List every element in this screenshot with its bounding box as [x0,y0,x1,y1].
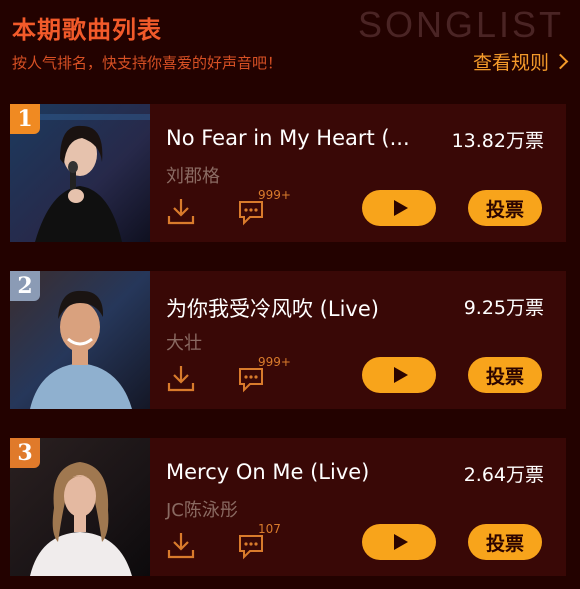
comment-count: 999+ [258,188,291,202]
comment-icon[interactable] [236,365,266,393]
song-card: 1 No Fear in My Heart (... 13.82万票 刘郡格 9… [10,104,566,242]
play-button[interactable] [362,190,436,226]
header-subtitle: 按人气排名，快支持你喜爱的好声音吧！ [12,54,283,72]
vote-button[interactable]: 投票 [468,190,542,226]
rank-badge: 3 [10,438,40,468]
download-icon[interactable] [166,363,196,393]
vote-count: 13.82万票 [451,130,544,152]
play-button[interactable] [362,357,436,393]
download-icon[interactable] [166,196,196,226]
song-title[interactable]: No Fear in My Heart (... [166,126,426,150]
singer-photo[interactable]: 1 [10,104,150,242]
chevron-right-icon [552,53,569,70]
singer-photo[interactable]: 3 [10,438,150,576]
song-card: 2 为你我受冷风吹 (Live) 9.25万票 大壮 999+ 投票 [10,271,566,409]
play-button[interactable] [362,524,436,560]
rank-badge: 2 [10,271,40,301]
artist-name: 刘郡格 [166,166,220,187]
vote-button[interactable]: 投票 [468,357,542,393]
view-rules-label: 查看规则 [472,52,549,74]
comment-count: 999+ [258,355,291,369]
vote-button[interactable]: 投票 [468,524,542,560]
rank-badge: 1 [10,104,40,134]
singer-photo[interactable]: 2 [10,271,150,409]
comment-icon[interactable] [236,198,266,226]
play-icon [394,200,408,216]
comment-icon[interactable] [236,532,266,560]
song-title[interactable]: Mercy On Me (Live) [166,460,426,484]
song-title[interactable]: 为你我受冷风吹 (Live) [166,293,426,323]
download-icon[interactable] [166,530,196,560]
song-card: 3 Mercy On Me (Live) 2.64万票 JC陈泳彤 107 投票 [10,438,566,576]
artist-name: JC陈泳彤 [166,500,238,521]
header-title: 本期歌曲列表 [12,16,162,44]
vote-count: 9.25万票 [463,297,544,319]
view-rules-link[interactable]: 查看规则 [472,48,569,75]
vote-count: 2.64万票 [463,464,544,486]
comment-count: 107 [258,522,281,536]
songlist-watermark: SONGLIST [357,4,564,45]
play-icon [394,367,408,383]
artist-name: 大壮 [166,333,202,354]
play-icon [394,534,408,550]
